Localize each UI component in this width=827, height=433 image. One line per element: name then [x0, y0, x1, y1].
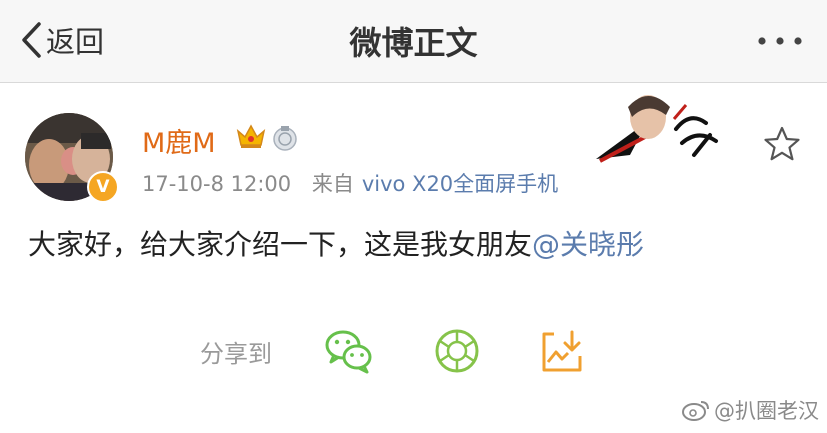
username[interactable]: M鹿M [142, 121, 216, 160]
weibo-post: V M鹿M 17-10-8 12:00 来自 vivo X20全面屏手机 大家好，… [0, 83, 827, 433]
verified-badge: V [87, 171, 119, 203]
nav-bar: 返回 微博正文 [0, 0, 827, 83]
page-title: 微博正文 [349, 24, 478, 62]
medal-icon [273, 126, 297, 151]
mention-link[interactable]: @关晓彤 [532, 228, 644, 261]
watermark: @扒圈老汉 [682, 395, 819, 425]
source-device[interactable]: vivo X20全面屏手机 [362, 172, 558, 196]
share-label: 分享到 [200, 339, 272, 368]
favorite-star-icon[interactable] [763, 125, 801, 163]
post-text: 大家好，给大家介绍一下，这是我女朋友@关晓彤 [28, 223, 644, 263]
post-meta: 17-10-8 12:00 来自 vivo X20全面屏手机 [142, 168, 558, 198]
more-options-icon[interactable] [757, 36, 803, 46]
crown-icon [236, 124, 266, 148]
timestamp: 17-10-8 12:00 [142, 172, 292, 196]
weibo-logo-icon [682, 401, 709, 421]
share-bar: 分享到 [200, 328, 644, 374]
source-prefix: 来自 [311, 172, 354, 196]
fan-card-image[interactable] [590, 89, 730, 167]
save-image-icon[interactable] [540, 328, 584, 374]
watermark-text: @扒圈老汉 [714, 399, 819, 423]
wechat-icon[interactable] [324, 328, 374, 374]
moments-icon[interactable] [434, 328, 480, 374]
post-body: 大家好，给大家介绍一下，这是我女朋友 [28, 228, 533, 261]
